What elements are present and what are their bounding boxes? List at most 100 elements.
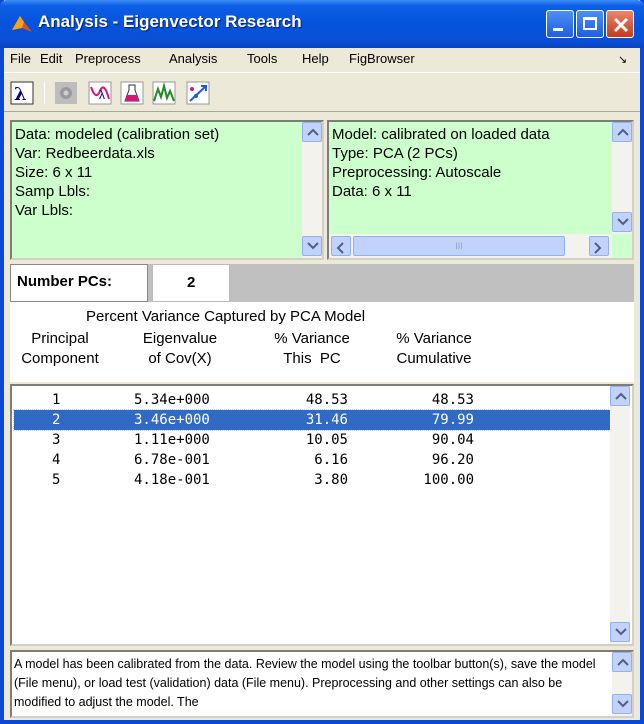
col2-line1: Eigenvalue xyxy=(142,330,218,347)
cell-eig: 3.46e+000 xyxy=(134,412,210,428)
chevron-down-icon xyxy=(617,700,629,708)
column-header-component: Principal Component xyxy=(8,329,112,369)
table-row[interactable]: 4 6.78e-001 6.16 96.20 xyxy=(14,450,610,470)
menu-preprocess[interactable]: Preprocess xyxy=(75,51,141,66)
chevron-right-icon xyxy=(594,242,602,254)
cell-pc: 3 xyxy=(52,432,61,448)
scroll-up-button[interactable] xyxy=(302,122,322,142)
cell-pct: 10.05 xyxy=(305,432,348,448)
chevron-up-icon xyxy=(615,392,627,400)
data-info-scrollbar[interactable] xyxy=(302,122,322,258)
chevron-up-icon xyxy=(617,658,629,666)
flask-icon[interactable] xyxy=(120,81,144,105)
table-row[interactable]: 3 1.11e+000 10.05 90.04 xyxy=(14,430,610,450)
minimize-icon xyxy=(553,28,563,31)
scroll-right-button[interactable] xyxy=(589,236,609,256)
title-bar[interactable]: Analysis - Eigenvector Research xyxy=(0,0,644,48)
lambda-icon[interactable]: λ xyxy=(10,81,34,105)
cell-pct: 31.46 xyxy=(305,412,348,428)
menu-file[interactable]: File xyxy=(10,51,31,66)
preprocessing-line: Preprocessing: Autoscale xyxy=(332,164,502,181)
model-info-text: Model: calibrated on loaded data Type: P… xyxy=(332,125,608,201)
window-title: Analysis - Eigenvector Research xyxy=(38,12,302,31)
col1-line2: Component xyxy=(21,350,99,367)
menu-edit[interactable]: Edit xyxy=(40,51,62,66)
cell-pc: 4 xyxy=(52,452,61,468)
table-row[interactable]: 2 3.46e+000 31.46 79.99 xyxy=(13,409,611,431)
cell-eig: 4.18e-001 xyxy=(134,472,210,488)
table-row[interactable]: 5 4.18e-001 3.80 100.00 xyxy=(14,470,610,490)
menu-figbrowser[interactable]: FigBrowser xyxy=(349,51,415,66)
menu-help[interactable]: Help xyxy=(302,51,329,66)
hscroll-thumb[interactable]: III xyxy=(353,236,565,256)
data-info-text: Data: modeled (calibration set) Var: Red… xyxy=(15,125,291,220)
col4-line2: Cumulative xyxy=(396,350,472,367)
cell-pc: 5 xyxy=(52,472,61,488)
table-row[interactable]: 1 5.34e+000 48.53 48.53 xyxy=(14,390,610,410)
column-header-variance-pc: % Variance This PC xyxy=(262,329,362,369)
status-message: A model has been calibrated from the dat… xyxy=(14,657,596,709)
type-line: Type: PCA (2 PCs) xyxy=(332,145,458,162)
cell-cum: 90.04 xyxy=(431,432,474,448)
cell-cum: 48.53 xyxy=(431,392,474,408)
scroll-up-button[interactable] xyxy=(612,652,632,672)
column-header-eigenvalue: Eigenvalue of Cov(X) xyxy=(130,329,230,369)
model-data-line: Data: 6 x 11 xyxy=(332,183,412,200)
data-line: Data: modeled (calibration set) xyxy=(15,126,220,143)
size-line: Size: 6 x 11 xyxy=(15,164,93,181)
menu-analysis[interactable]: Analysis xyxy=(169,51,217,66)
svg-text:λ: λ xyxy=(99,88,105,102)
number-pcs-input[interactable]: 2 xyxy=(152,264,230,302)
scroll-left-button[interactable] xyxy=(331,236,351,256)
toolbar: λ λ xyxy=(4,72,640,112)
col1-line1: Principal xyxy=(31,330,89,347)
scroll-down-button[interactable] xyxy=(612,212,632,232)
toolbar-separator xyxy=(44,82,45,104)
chevron-left-icon xyxy=(336,242,344,254)
var-line: Var: Redbeerdata.xls xyxy=(15,145,155,162)
scatter-arrow-icon[interactable] xyxy=(186,81,210,105)
svg-text:λ: λ xyxy=(14,84,27,105)
variance-title: Percent Variance Captured by PCA Model xyxy=(86,308,366,325)
peaks-chart-icon[interactable] xyxy=(152,81,176,105)
cell-cum: 100.00 xyxy=(423,472,474,488)
number-pcs-label: Number PCs: xyxy=(10,264,148,302)
model-info-hscrollbar[interactable]: III xyxy=(329,234,612,258)
number-pcs-bar: Number PCs: 2 xyxy=(10,264,634,302)
minimize-button[interactable] xyxy=(546,10,574,38)
col3-line2: This PC xyxy=(283,350,341,367)
scroll-down-button[interactable] xyxy=(302,236,322,256)
scroll-up-button[interactable] xyxy=(610,386,630,406)
menu-tools[interactable]: Tools xyxy=(247,51,277,66)
cell-cum: 79.99 xyxy=(431,412,474,428)
scroll-up-button[interactable] xyxy=(612,122,632,142)
data-info-panel: Data: modeled (calibration set) Var: Red… xyxy=(10,120,324,260)
chevron-up-icon xyxy=(307,128,319,136)
analysis-window: Analysis - Eigenvector Research File Edi… xyxy=(0,0,644,724)
scroll-down-button[interactable] xyxy=(612,694,632,714)
close-icon xyxy=(613,17,629,33)
matlab-icon xyxy=(12,16,32,32)
samp-lbls-line: Samp Lbls: xyxy=(15,183,91,200)
scroll-down-button[interactable] xyxy=(610,622,630,642)
message-scrollbar[interactable] xyxy=(612,652,632,716)
status-message-box: A model has been calibrated from the dat… xyxy=(10,650,634,718)
col4-line1: % Variance xyxy=(396,330,472,347)
variance-list[interactable]: 1 5.34e+000 48.53 48.53 2 3.46e+000 31.46 79.99… xyxy=(10,384,634,646)
col3-line1: % Variance xyxy=(274,330,350,347)
maximize-button[interactable] xyxy=(576,10,604,38)
variance-list-scrollbar[interactable] xyxy=(610,386,630,644)
chevron-down-icon xyxy=(615,628,627,636)
menu-bar: File Edit Preprocess Analysis Tools Help… xyxy=(4,48,640,70)
model-line: Model: calibrated on loaded data xyxy=(332,126,550,143)
dock-arrow-icon[interactable]: ↘ xyxy=(618,53,627,66)
cell-pct: 3.80 xyxy=(314,472,348,488)
variance-header: Percent Variance Captured by PCA Model P… xyxy=(10,302,634,382)
chevron-up-icon xyxy=(617,128,629,136)
cell-cum: 96.20 xyxy=(431,452,474,468)
close-button[interactable] xyxy=(606,10,634,38)
model-info-vscrollbar[interactable] xyxy=(612,122,632,234)
gear-icon[interactable] xyxy=(54,81,78,105)
cell-eig: 5.34e+000 xyxy=(134,392,210,408)
lambda-curve-icon[interactable]: λ xyxy=(88,81,112,105)
